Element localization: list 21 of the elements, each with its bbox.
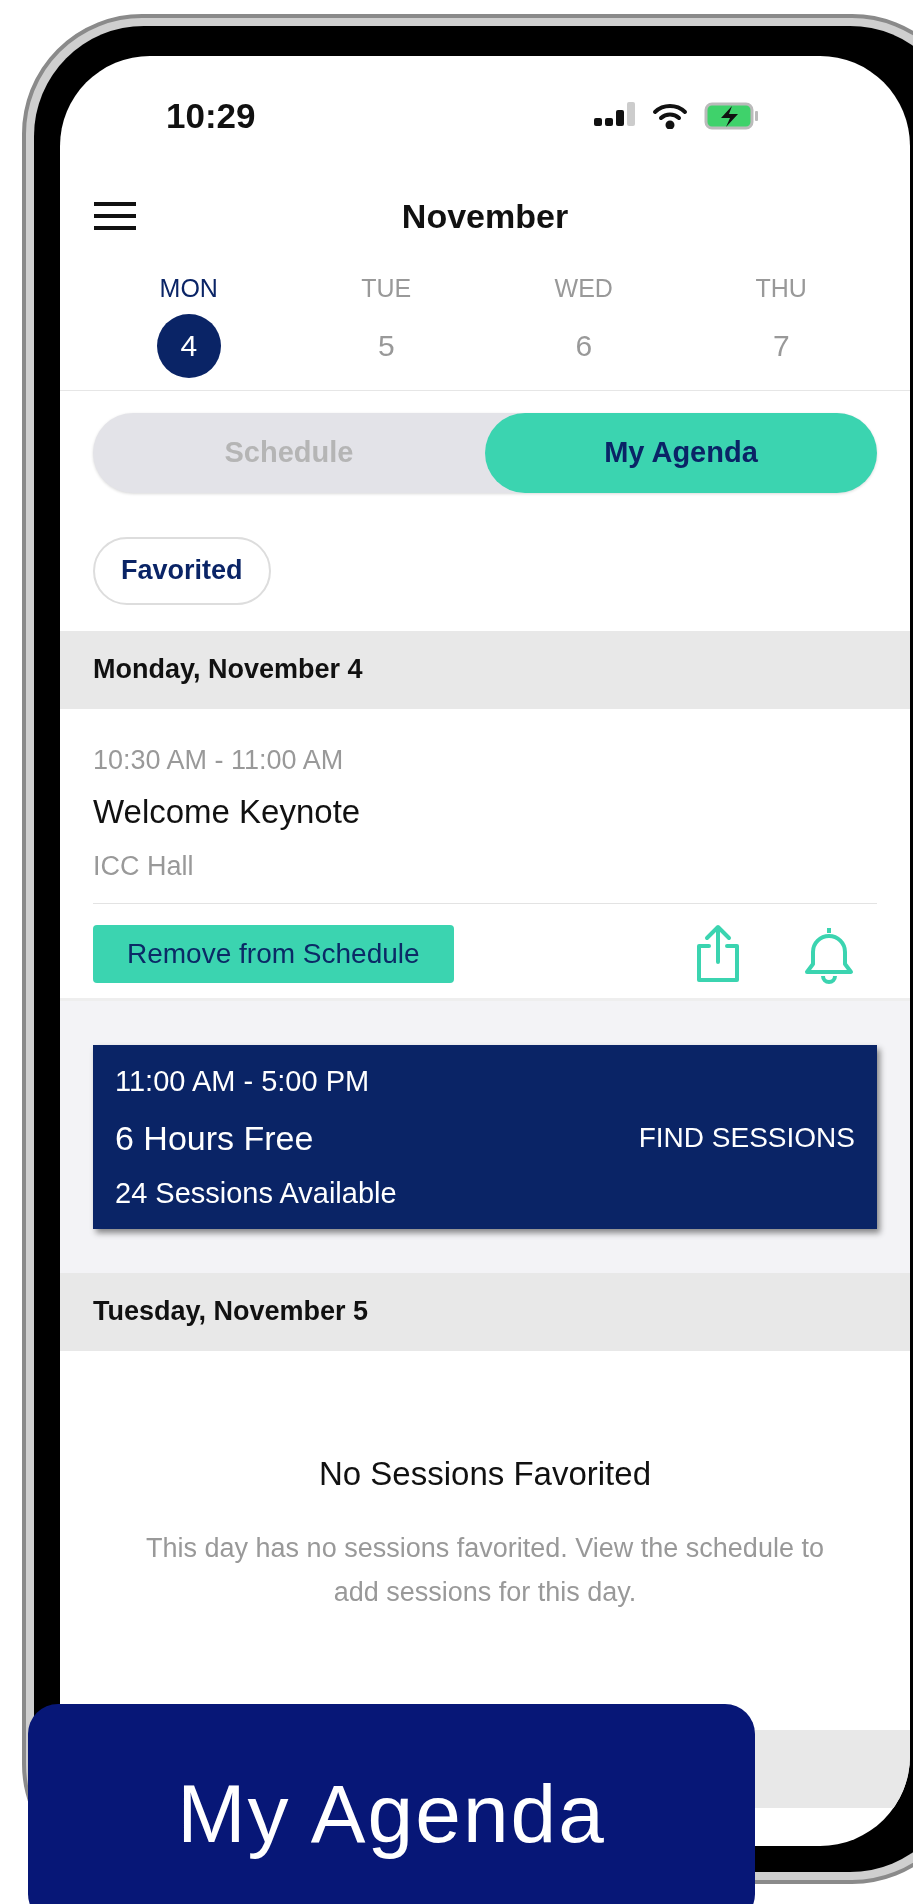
wifi-icon	[652, 103, 688, 129]
session-title: Welcome Keynote	[93, 791, 362, 832]
find-sessions-link[interactable]: FIND SESSIONS	[638, 1116, 855, 1159]
empty-state-title: No Sessions Favorited	[319, 1453, 651, 1494]
free-hours-title: 6 Hours Free	[115, 1117, 314, 1159]
empty-state-text: This day has no sessions favorited. View the schedule to add sessions for this day.	[145, 1532, 825, 1609]
menu-icon[interactable]	[94, 201, 136, 231]
status-time: 10:29	[166, 94, 256, 137]
day-tab[interactable]: MON 4	[90, 270, 288, 378]
day-header: Tuesday, November 5	[60, 1272, 910, 1351]
view-tab[interactable]: My Agenda	[485, 412, 877, 493]
favorited-filter-chip[interactable]: Favorited	[93, 536, 271, 605]
day-header: Monday, November 4	[60, 630, 910, 709]
month-title: November	[401, 195, 569, 237]
sessions-available-text: 24 Sessions Available	[115, 1175, 398, 1211]
session-location: ICC Hall	[93, 848, 877, 904]
caption-title: My Agenda	[177, 1767, 606, 1861]
remove-from-schedule-button[interactable]: Remove from Schedule	[93, 924, 454, 983]
battery-charging-icon	[704, 102, 760, 130]
session-time: 10:30 AM - 11:00 AM	[93, 743, 345, 777]
free-time-range: 11:00 AM - 5:00 PM	[115, 1063, 371, 1099]
